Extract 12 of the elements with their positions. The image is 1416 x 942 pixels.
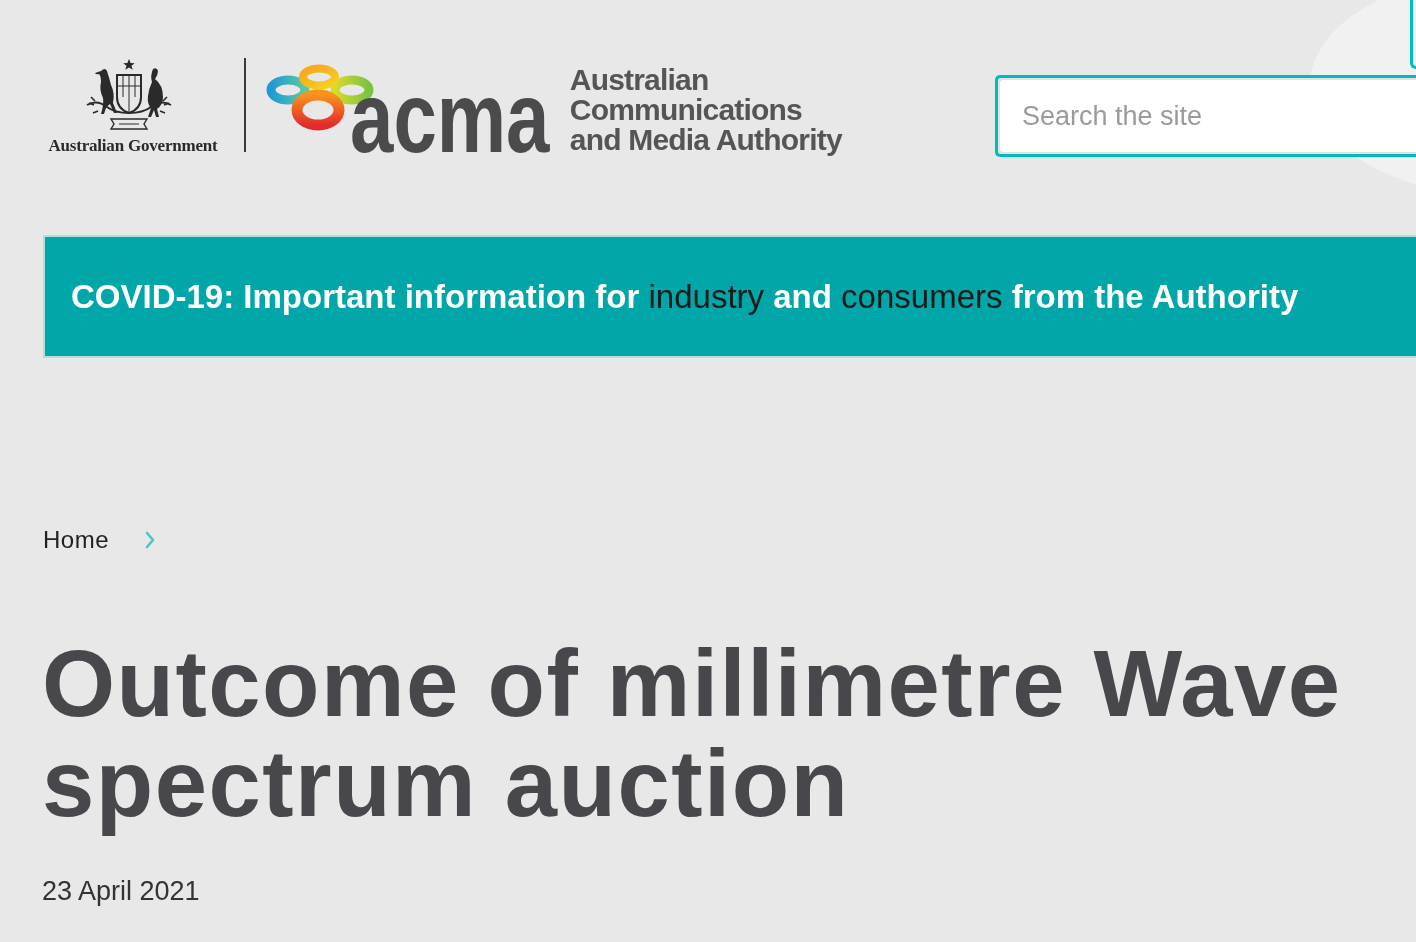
page-title: Outcome of millimetre Wave spectrum auction <box>42 634 1343 834</box>
header-button[interactable] <box>1410 0 1416 69</box>
alert-link[interactable]: industry <box>648 277 765 315</box>
government-name: Australian Government <box>48 136 218 156</box>
chevron-right-icon <box>145 531 156 549</box>
publish-date: 23 April 2021 <box>42 875 201 907</box>
breadcrumb-link[interactable]: Home <box>43 525 110 555</box>
alert-message: COVID-19: Important information for industry and consumers from the Authority <box>71 277 1299 316</box>
search-field[interactable]: Search the site <box>995 75 1416 157</box>
agency-name: Australian Communications and Media Authority <box>569 65 842 155</box>
alert-link[interactable]: consumers <box>841 277 1003 315</box>
acma-wordmark: acma <box>350 67 550 167</box>
